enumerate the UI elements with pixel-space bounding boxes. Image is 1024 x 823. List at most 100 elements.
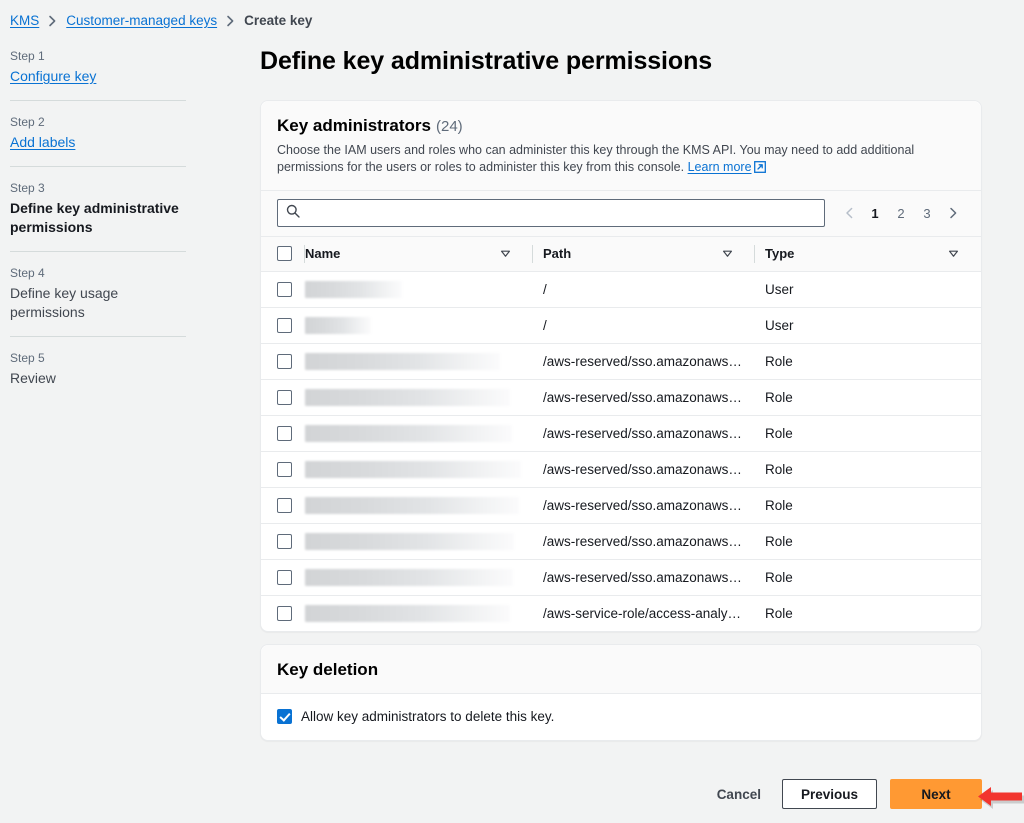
row-type-cell: Role	[755, 379, 981, 416]
row-type-cell: User	[755, 271, 981, 308]
column-header-path-label: Path	[543, 246, 572, 262]
row-name-cell	[305, 307, 533, 344]
row-checkbox[interactable]	[277, 425, 292, 441]
wizard-steps-sidebar: Step 1 Configure key Step 2 Add labels S…	[10, 48, 186, 388]
row-select-cell	[261, 415, 305, 452]
wizard-step-1-label[interactable]: Configure key	[10, 67, 186, 86]
wizard-step-1: Step 1 Configure key	[10, 48, 186, 86]
select-all-header	[261, 237, 305, 272]
table-row[interactable]: /aws-reserved/sso.amazonaws… Role	[261, 343, 981, 380]
key-administrators-description: Choose the IAM users and roles who can a…	[277, 142, 965, 178]
key-deletion-card: Key deletion Allow key administrators to…	[260, 644, 982, 741]
table-header-row: Name Path Type	[261, 237, 981, 272]
key-administrators-title: Key administrators	[277, 116, 431, 135]
page-title: Define key administrative permissions	[260, 47, 713, 75]
search-input[interactable]	[306, 205, 816, 221]
table-row[interactable]: /aws-reserved/sso.amazonaws… Role	[261, 487, 981, 524]
redacted-name-block	[305, 388, 510, 406]
table-row[interactable]: / User	[261, 307, 981, 344]
table-header: Name Path Type	[261, 237, 981, 272]
row-name-cell	[305, 343, 533, 380]
row-name-cell	[305, 559, 533, 596]
allow-delete-row[interactable]: Allow key administrators to delete this …	[277, 709, 965, 724]
sort-icon-path[interactable]	[722, 248, 733, 259]
column-header-path[interactable]: Path	[533, 237, 755, 272]
table-row[interactable]: /aws-reserved/sso.amazonaws… Role	[261, 415, 981, 452]
row-select-cell	[261, 595, 305, 631]
key-administrators-card: Key administrators (24) Choose the IAM us…	[260, 100, 982, 632]
pagination-page-2[interactable]: 2	[889, 201, 913, 225]
wizard-footer-actions: Cancel Previous Next	[709, 779, 982, 809]
search-field[interactable]	[277, 199, 825, 227]
annotation-arrow-icon	[976, 786, 1024, 812]
breadcrumb-separator-icon	[48, 15, 57, 27]
wizard-step-2-number: Step 2	[10, 115, 45, 129]
row-name-cell	[305, 523, 533, 560]
row-type-cell: Role	[765, 605, 793, 621]
redacted-name-block	[305, 460, 521, 478]
previous-button[interactable]: Previous	[781, 779, 877, 809]
row-type-cell: User	[755, 307, 981, 344]
table-body: / User / User/aws-reserved/sso.amazonaws… Ro…	[261, 271, 981, 631]
row-checkbox[interactable]	[277, 497, 292, 513]
key-deletion-title: Key deletion	[277, 660, 379, 679]
row-checkbox[interactable]	[277, 569, 292, 585]
row-type-cell: Role	[755, 487, 981, 524]
row-checkbox[interactable]	[277, 281, 292, 297]
breadcrumb-item-kms[interactable]: KMS	[10, 13, 39, 28]
table-row[interactable]: / User	[261, 271, 981, 308]
pagination-previous-icon[interactable]	[837, 201, 861, 225]
learn-more-label: Learn more	[687, 160, 752, 174]
redacted-name-block	[305, 424, 512, 442]
sort-icon-type[interactable]	[948, 248, 959, 259]
table-row[interactable]: /aws-reserved/sso.amazonaws… Role	[261, 379, 981, 416]
learn-more-link[interactable]: Learn more	[688, 160, 766, 174]
row-path-cell: /aws-reserved/sso.amazonaws…	[533, 487, 755, 524]
select-all-checkbox[interactable]	[277, 246, 292, 262]
table-row[interactable]: /aws-reserved/sso.amazonaws… Role	[261, 523, 981, 560]
row-name-cell	[305, 271, 533, 308]
row-path-cell: /aws-reserved/sso.amazonaws…	[533, 559, 755, 596]
row-path-cell: /aws-reserved/sso.amazonaws…	[533, 343, 755, 380]
row-name-cell	[305, 379, 533, 416]
next-button[interactable]: Next	[890, 779, 982, 809]
key-deletion-header: Key deletion	[261, 645, 981, 694]
row-path-cell: /	[533, 271, 755, 308]
row-checkbox[interactable]	[277, 461, 292, 477]
row-type-cell: Role	[755, 343, 981, 380]
redacted-name-block	[305, 604, 510, 622]
pagination-page-3[interactable]: 3	[915, 201, 939, 225]
row-type-cell: Role	[755, 559, 981, 596]
wizard-step-4: Step 4 Define key usage permissions	[10, 265, 186, 322]
row-checkbox[interactable]	[277, 389, 292, 405]
wizard-step-5-number: Step 5	[10, 351, 45, 365]
pagination-next-icon[interactable]	[941, 201, 965, 225]
row-path-cell: /aws-reserved/sso.amazonaws…	[533, 415, 755, 452]
breadcrumb-separator-icon-2	[226, 15, 235, 27]
sort-icon-name[interactable]	[500, 248, 511, 259]
main-content: Define key administrative permissions Ke…	[260, 44, 982, 741]
column-header-type[interactable]: Type	[755, 237, 981, 272]
column-header-name[interactable]: Name	[305, 237, 533, 272]
key-deletion-body: Allow key administrators to delete this …	[261, 694, 981, 740]
wizard-step-3-number: Step 3	[10, 181, 45, 195]
pagination-page-1[interactable]: 1	[863, 201, 887, 225]
table-row[interactable]: /aws-reserved/sso.amazonaws… Role	[261, 451, 981, 488]
row-checkbox[interactable]	[277, 353, 292, 369]
wizard-step-2-label[interactable]: Add labels	[10, 133, 186, 152]
table-row[interactable]: /aws-reserved/sso.amazonaws… Role	[261, 559, 981, 596]
redacted-name-block	[305, 352, 500, 370]
row-checkbox[interactable]	[277, 317, 292, 333]
row-path-cell: /aws-reserved/sso.amazonaws…	[533, 523, 755, 560]
table-row[interactable]: /aws-service-role/access-analy… Role	[261, 595, 981, 631]
column-header-name-label: Name	[305, 246, 341, 262]
redacted-name-block	[305, 496, 519, 514]
row-checkbox[interactable]	[277, 533, 292, 549]
breadcrumb-item-customer-managed-keys[interactable]: Customer-managed keys	[66, 13, 217, 28]
row-checkbox[interactable]	[277, 606, 292, 622]
row-select-cell	[261, 271, 305, 308]
row-path-cell: /aws-reserved/sso.amazonaws…	[533, 451, 755, 488]
redacted-name-block	[305, 532, 514, 550]
cancel-button[interactable]: Cancel	[709, 787, 769, 802]
allow-delete-checkbox[interactable]	[277, 709, 292, 724]
